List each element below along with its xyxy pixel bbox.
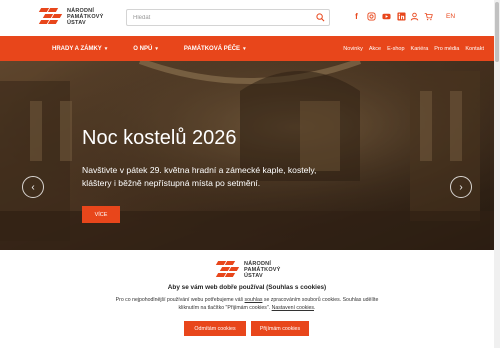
chevron-down-icon: ▾ [104, 45, 108, 52]
cookie-text-part: . [314, 304, 316, 311]
nav-item-label: PAMÁTKOVÁ PÉČE [183, 45, 241, 52]
nav-hrady-a-zamky[interactable]: HRADY A ZÁMKY ▾ [52, 46, 107, 52]
scrollbar-thumb[interactable] [495, 2, 499, 62]
top-header: NÁRODNÍ PAMÁTKOVÝ ÚSTAV f [0, 0, 494, 36]
cookie-text-part: Pro co nejpohodlnější používání webu pot… [115, 297, 245, 303]
hero-description: Navštivte v pátek 29. května hradní a zá… [82, 165, 317, 188]
language-switch[interactable]: EN [446, 13, 455, 20]
carousel-prev-button[interactable]: ‹ [22, 176, 44, 198]
linkedin-icon[interactable] [397, 12, 406, 21]
nav-item-label: HRADY A ZÁMKY [52, 45, 102, 52]
cookie-logo: NÁRODNÍ PAMÁTKOVÝ ÚSTAV [215, 261, 281, 280]
cookie-settings-link[interactable]: Nastavení cookies [272, 305, 314, 311]
logo-line: ÚSTAV [244, 273, 263, 280]
page-scrollbar[interactable] [494, 0, 500, 348]
nav-link-kariera[interactable]: Kariéra [411, 46, 429, 52]
search-icon[interactable] [316, 13, 325, 22]
cookie-text: Pro co nejpohodlnější používání webu pot… [112, 297, 382, 312]
nav-link-akce[interactable]: Akce [369, 46, 381, 52]
nav-link-pro-media[interactable]: Pro média [434, 46, 459, 52]
npu-logo[interactable]: NÁRODNÍ PAMÁTKOVÝ ÚSTAV [38, 8, 104, 27]
logo-mark-icon [38, 8, 63, 26]
chevron-down-icon: ▾ [155, 45, 158, 52]
carousel-next-button[interactable]: › [450, 176, 472, 198]
logo-line: ÚSTAV [67, 20, 86, 27]
instagram-icon[interactable] [367, 12, 376, 21]
utility-icons [410, 12, 433, 21]
nav-pamatkova-pece[interactable]: PAMÁTKOVÁ PÉČE ▾ [184, 46, 246, 52]
nav-o-npu[interactable]: O NPÚ ▾ [133, 46, 158, 52]
hero-more-button[interactable]: VÍCE [82, 206, 120, 223]
hero-title: Noc kostelů 2026 [82, 127, 237, 149]
facebook-icon[interactable]: f [352, 12, 361, 21]
nav-link-kontakt[interactable]: Kontakt [465, 46, 484, 52]
logo-mark-icon [215, 261, 240, 279]
hero-background-image [0, 61, 494, 250]
cart-icon[interactable] [424, 12, 433, 21]
nav-link-eshop[interactable]: E-shop [387, 46, 404, 52]
social-links: f [352, 12, 406, 21]
cookie-consent-link[interactable]: souhlas [245, 297, 263, 303]
accept-cookies-button[interactable]: Přijímám cookies [251, 321, 309, 336]
search-box [126, 9, 330, 26]
search-input[interactable] [127, 10, 307, 25]
user-icon[interactable] [410, 12, 419, 21]
reject-cookies-button[interactable]: Odmítám cookies [184, 321, 246, 336]
nav-item-label: O NPÚ [133, 45, 153, 52]
logo-text: NÁRODNÍ PAMÁTKOVÝ ÚSTAV [244, 261, 281, 280]
nav-link-novinky[interactable]: Novinky [343, 46, 363, 52]
youtube-icon[interactable] [382, 12, 391, 21]
chevron-left-icon: ‹ [31, 181, 35, 193]
cookie-title: Aby se vám web dobře používal (Souhlas s… [167, 284, 327, 291]
main-nav: HRADY A ZÁMKY ▾ O NPÚ ▾ PAMÁTKOVÁ PÉČE ▾… [0, 36, 494, 61]
hero-banner: Noc kostelů 2026 Navštivte v pátek 29. k… [0, 61, 494, 250]
chevron-right-icon: › [459, 181, 463, 193]
logo-text: NÁRODNÍ PAMÁTKOVÝ ÚSTAV [67, 8, 104, 27]
chevron-down-icon: ▾ [243, 45, 246, 52]
